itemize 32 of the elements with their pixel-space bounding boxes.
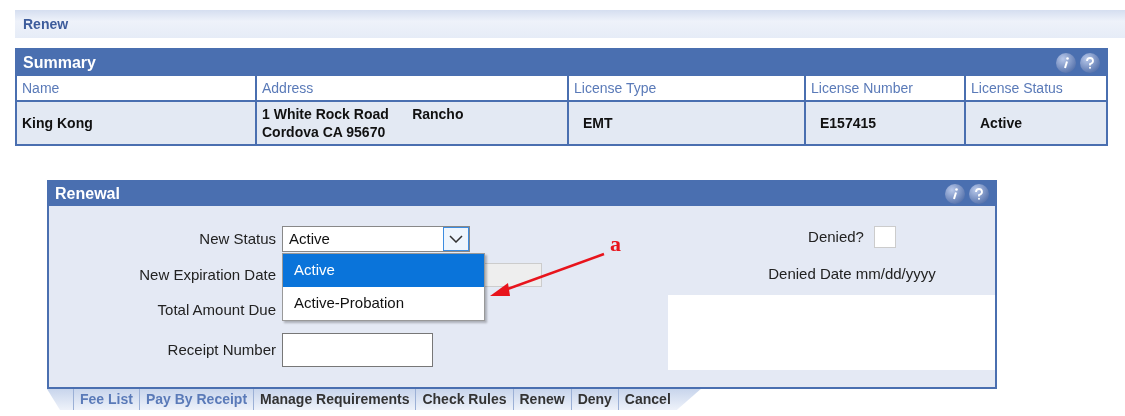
field-label: New Expiration Date xyxy=(138,264,277,285)
table-cell: Active xyxy=(964,102,1106,144)
field-label: New Status xyxy=(198,228,277,249)
info-icon[interactable] xyxy=(1056,53,1076,73)
field-label: Denied Date mm/dd/yyyy xyxy=(768,263,936,284)
table-cell-text: King Kong xyxy=(21,113,94,133)
help-icon[interactable] xyxy=(969,184,989,204)
dropdown-option[interactable]: Active xyxy=(283,254,484,287)
table-cell: E157415 xyxy=(804,102,964,144)
action-tab[interactable]: Renew xyxy=(512,389,571,410)
field-label: Receipt Number xyxy=(166,339,277,360)
annotation-label: a xyxy=(610,232,621,256)
help-icon[interactable] xyxy=(1080,53,1100,73)
checkbox[interactable] xyxy=(873,226,896,249)
table-cell: EMT xyxy=(567,102,804,144)
field-label: Total Amount Due xyxy=(156,299,277,320)
table-cell: 1 White Rock Road Rancho Cordova CA 95670 xyxy=(255,102,567,144)
breadcrumb-title: Renew xyxy=(23,14,69,34)
action-tab[interactable]: Deny xyxy=(570,389,618,410)
input-field[interactable] xyxy=(282,333,433,367)
chevron-icon xyxy=(443,227,469,251)
date-field[interactable] xyxy=(668,295,995,370)
dropdown-option[interactable]: Active-Probation xyxy=(283,287,484,320)
info-icon[interactable] xyxy=(945,184,965,204)
field-label: Denied? xyxy=(808,227,864,247)
action-tab[interactable]: Cancel xyxy=(617,389,677,410)
action-tab[interactable]: Manage Requirements xyxy=(253,389,416,410)
panel-title: Summary xyxy=(23,53,96,73)
action-tab[interactable]: Check Rules xyxy=(415,389,513,410)
tab-bar-edge xyxy=(47,389,73,410)
panel-title: Renewal xyxy=(55,184,120,204)
column-header: Name xyxy=(21,78,61,98)
